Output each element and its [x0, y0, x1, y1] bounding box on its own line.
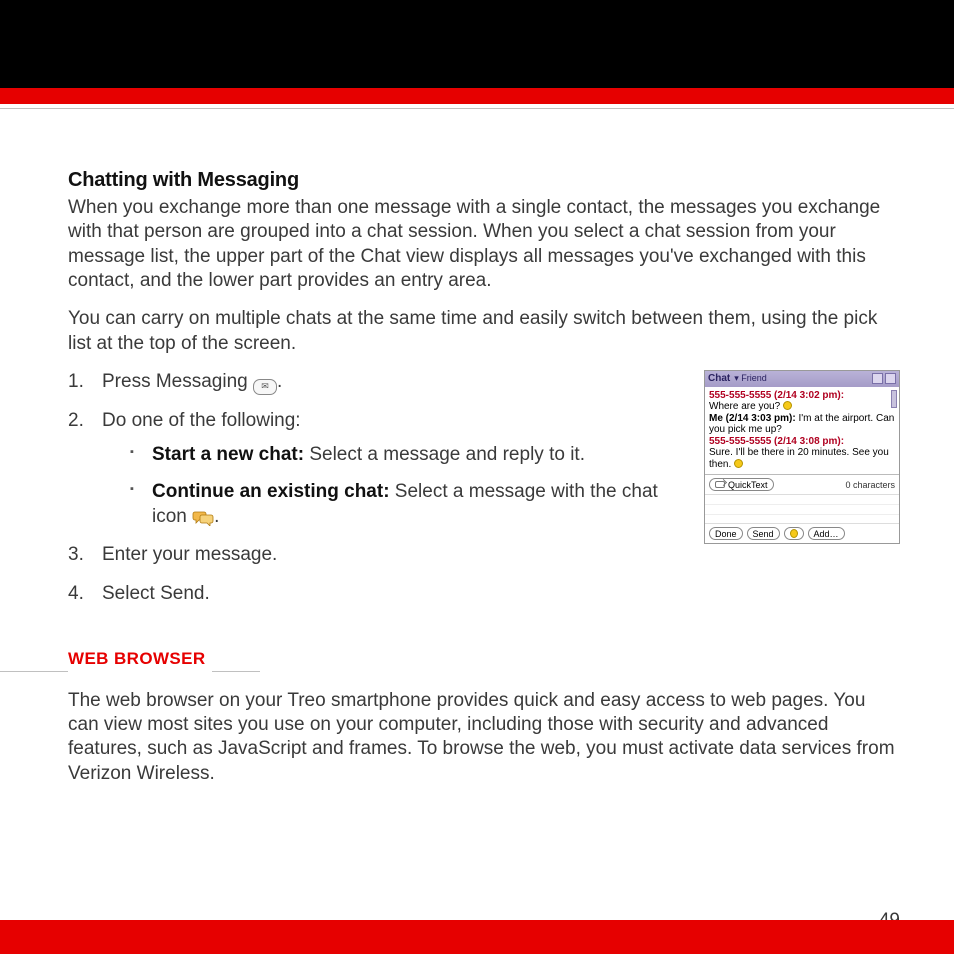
shot-conversation: 555-555-5555 (2/14 3:02 pm): Where are y…	[705, 387, 899, 476]
chat-screenshot: Chat ▾ Friend 555-555-5555 (2/14 3:02 pm…	[704, 370, 900, 545]
shot-dropdown: ▾ Friend	[734, 373, 767, 384]
shot-add-button: Add…	[808, 527, 845, 540]
step-2-text: Do one of the following:	[102, 410, 301, 431]
shot-quicktext-button: QuickText	[709, 478, 774, 491]
shot-send-button: Send	[747, 527, 780, 540]
step-2b-bold: Continue an existing chat:	[152, 481, 390, 502]
para-chat-2: You can carry on multiple chats at the s…	[68, 307, 900, 356]
section-heading-web-browser: WEB BROWSER	[68, 649, 900, 673]
shot-titlebar-icon-2	[885, 373, 896, 384]
chat-bubbles-icon	[192, 509, 214, 525]
step-2a: Start a new chat: Select a message and r…	[130, 443, 682, 468]
smiley-icon	[790, 529, 798, 538]
shot-scrollbar	[891, 390, 897, 408]
page-content: Chatting with Messaging When you exchang…	[0, 109, 954, 920]
step-1-text-b: .	[277, 371, 282, 392]
header-black-bar	[0, 0, 954, 88]
shot-line1-text: Where are you?	[709, 401, 783, 412]
section-heading-text: WEB BROWSER	[68, 649, 212, 673]
step-3: Enter your message.	[68, 543, 682, 568]
step-2a-rest: Select a message and reply to it.	[304, 444, 585, 465]
para-chat-1: When you exchange more than one message …	[68, 196, 900, 293]
steps-list: Press Messaging ✉. Do one of the followi…	[68, 370, 682, 607]
shot-line3-header: 555-555-5555 (2/14 3:08 pm):	[709, 436, 844, 447]
shot-title: Chat	[708, 373, 730, 384]
shot-char-count: 0 characters	[845, 480, 895, 490]
para-web-browser: The web browser on your Treo smartphone …	[68, 689, 900, 786]
smiley-icon	[734, 459, 743, 468]
shot-done-button: Done	[709, 527, 743, 540]
step-2a-bold: Start a new chat:	[152, 444, 304, 465]
shot-toolbar: QuickText 0 characters	[705, 475, 899, 494]
header-red-bar	[0, 88, 954, 104]
quicktext-icon	[715, 481, 725, 488]
smiley-icon	[783, 401, 792, 410]
shot-line2-header: Me (2/14 3:03 pm):	[709, 413, 796, 424]
shot-titlebar: Chat ▾ Friend	[705, 371, 899, 387]
shot-emoji-button	[784, 527, 804, 540]
step-1-text-a: Press Messaging	[102, 371, 253, 392]
step-2b-tail: .	[214, 506, 219, 527]
footer-red-bar	[0, 920, 954, 954]
step-2b: Continue an existing chat: Select a mess…	[130, 480, 682, 529]
messaging-key-icon: ✉	[253, 379, 277, 395]
subheading-chatting: Chatting with Messaging	[68, 169, 900, 192]
step-4: Select Send.	[68, 582, 682, 607]
shot-line1-header: 555-555-5555 (2/14 3:02 pm):	[709, 390, 844, 401]
shot-quicktext-label: QuickText	[728, 479, 768, 491]
shot-button-row: Done Send Add…	[705, 524, 899, 543]
step-2: Do one of the following: Start a new cha…	[68, 409, 682, 530]
step-1: Press Messaging ✉.	[68, 370, 682, 395]
shot-titlebar-icon-1	[872, 373, 883, 384]
shot-entry-area	[705, 494, 899, 524]
